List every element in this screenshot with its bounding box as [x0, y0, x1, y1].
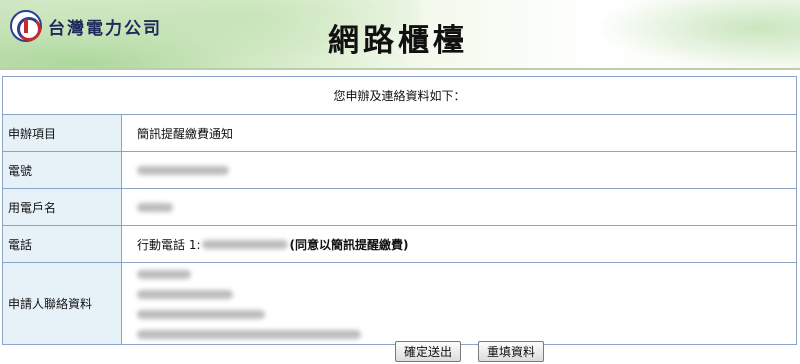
- redacted-contact-mobile: [137, 310, 265, 319]
- item-label: 申辦項目: [2, 114, 122, 152]
- taipower-logo-icon: [10, 10, 42, 42]
- item-value: 簡訊提醒繳費通知: [121, 114, 797, 152]
- phone-value: 行動電話 1: (同意以簡訊提醒繳費): [121, 225, 797, 263]
- redacted-customer-name: [137, 203, 173, 212]
- account-number-value: [121, 151, 797, 189]
- table-row: 用電戶名: [2, 188, 797, 226]
- redacted-account-number: [137, 166, 229, 175]
- table-row: 電話 行動電話 1: (同意以簡訊提醒繳費): [2, 225, 797, 263]
- reset-button[interactable]: 重填資料: [478, 341, 544, 362]
- sms-consent-note: (同意以簡訊提醒繳費): [289, 237, 409, 252]
- table-row: 申請人聯絡資料: [2, 262, 797, 345]
- redacted-contact-email: [137, 330, 361, 339]
- page-title: 網路櫃檯: [328, 23, 468, 59]
- redacted-contact-tel: [137, 290, 233, 299]
- brand-name: 台灣電力公司: [48, 19, 162, 39]
- form-actions: 確定送出 重填資料: [0, 340, 800, 362]
- banner-decoration-right: [580, 0, 800, 68]
- mobile-phone-prefix: 行動電話 1:: [137, 237, 201, 252]
- submit-button[interactable]: 確定送出: [395, 341, 461, 362]
- customer-name-value: [121, 188, 797, 226]
- table-row: 申辦項目 簡訊提醒繳費通知: [2, 114, 797, 152]
- customer-name-label: 用電戶名: [2, 188, 122, 226]
- applicant-contact-value: [121, 262, 797, 345]
- table-row: 電號: [2, 151, 797, 189]
- redacted-contact-name: [137, 270, 191, 279]
- redacted-phone-number: [201, 239, 288, 249]
- application-summary-table: 您申辦及連絡資料如下： 申辦項目 簡訊提醒繳費通知 電號 用電戶名 電話 行動電…: [2, 76, 797, 345]
- table-caption: 您申辦及連絡資料如下：: [2, 76, 797, 115]
- header-banner: 台灣電力公司 網路櫃檯: [0, 0, 800, 70]
- phone-label: 電話: [2, 225, 122, 263]
- applicant-contact-label: 申請人聯絡資料: [2, 262, 122, 345]
- account-number-label: 電號: [2, 151, 122, 189]
